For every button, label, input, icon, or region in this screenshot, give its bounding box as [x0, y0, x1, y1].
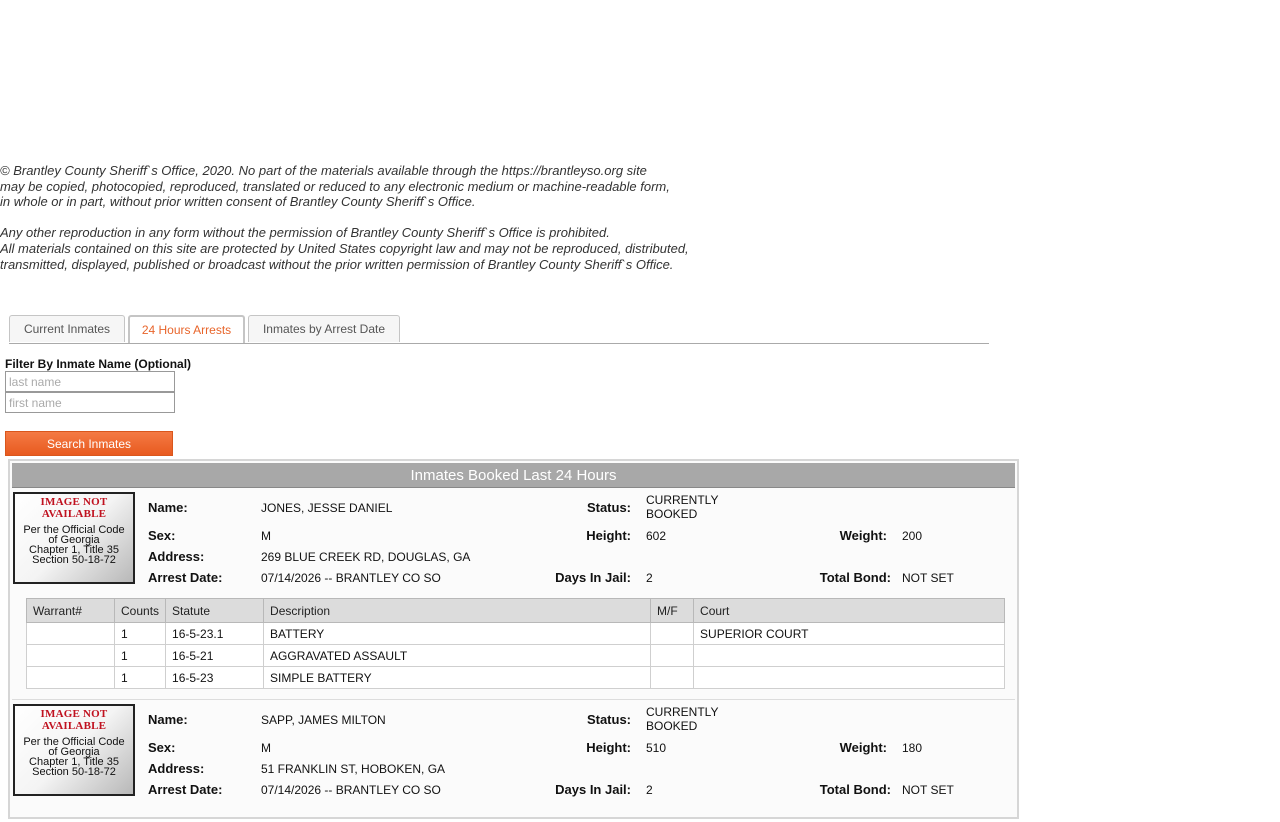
- cell-statute: 16-5-21: [165, 644, 265, 667]
- last-name-input[interactable]: [5, 371, 175, 392]
- table-row: 1 16-5-23 SIMPLE BATTERY: [26, 666, 1005, 689]
- cell-counts: 1: [113, 644, 167, 667]
- copyright-paragraph-1: © Brantley County Sheriff`s Office, 2020…: [0, 163, 760, 210]
- copyright-line: © Brantley County Sheriff`s Office, 2020…: [0, 163, 647, 178]
- inmate-arrest-date: 07/14/2026 -- BRANTLEY CO SO: [261, 783, 441, 797]
- inmate-height: 510: [646, 741, 667, 755]
- charges-table: Warrant# Counts Statute Description M/F …: [26, 598, 1005, 689]
- sex-label: Sex:: [148, 528, 176, 543]
- inmates-panel: Inmates Booked Last 24 Hours IMAGE NOT A…: [8, 459, 1019, 819]
- name-label: Name:: [148, 500, 188, 515]
- inmate-height: 602: [646, 529, 667, 543]
- arrest-date-label: Arrest Date:: [148, 782, 223, 797]
- table-row: 1 16-5-23.1 BATTERY SUPERIOR COURT: [26, 622, 1005, 645]
- cell-court: [693, 644, 1005, 667]
- col-mf: M/F: [650, 598, 695, 623]
- status-line: BOOKED: [646, 507, 698, 521]
- cell-description: SIMPLE BATTERY: [263, 666, 652, 689]
- inmate-name: SAPP, JAMES MILTON: [261, 713, 386, 727]
- col-warrant: Warrant#: [26, 598, 115, 623]
- cell-warrant: [26, 644, 115, 667]
- image-not-available-text: IMAGE NOT AVAILABLE: [40, 496, 108, 520]
- copyright-notice: © Brantley County Sheriff`s Office, 2020…: [0, 163, 760, 272]
- status-line: BOOKED: [646, 719, 698, 733]
- inmate-status: CURRENTLY BOOKED: [646, 705, 718, 733]
- cell-statute: 16-5-23: [165, 666, 265, 689]
- status-line: CURRENTLY: [646, 493, 719, 507]
- col-court: Court: [693, 598, 1005, 623]
- table-row: 1 16-5-21 AGGRAVATED ASSAULT: [26, 644, 1005, 667]
- search-inmates-button[interactable]: Search Inmates: [5, 431, 173, 456]
- col-counts: Counts: [113, 598, 167, 623]
- cell-mf: [650, 622, 695, 645]
- charges-header-row: Warrant# Counts Statute Description M/F …: [26, 598, 1005, 623]
- inmate-record: IMAGE NOT AVAILABLE Per the Official Cod…: [10, 702, 1017, 822]
- copyright-line: transmitted, displayed, published or bro…: [0, 256, 674, 272]
- first-name-input[interactable]: [5, 392, 175, 413]
- copyright-line: in whole or in part, without prior writt…: [0, 194, 476, 210]
- status-label: Status:: [586, 500, 631, 515]
- inmate-status: CURRENTLY BOOKED: [646, 493, 718, 521]
- height-label: Height:: [586, 528, 631, 543]
- cell-court: SUPERIOR COURT: [693, 622, 1005, 645]
- status-line: CURRENTLY: [646, 705, 719, 719]
- image-not-available-text: IMAGE NOT AVAILABLE: [40, 708, 108, 732]
- cell-mf: [650, 644, 695, 667]
- cell-description: BATTERY: [263, 622, 652, 645]
- total-bond-label: Total Bond:: [819, 570, 891, 585]
- inmate-address: 51 FRANKLIN ST, HOBOKEN, GA: [261, 762, 446, 776]
- inmate-address: 269 BLUE CREEK RD, DOUGLAS, GA: [261, 550, 471, 564]
- record-divider: [12, 699, 1015, 700]
- inmate-total-bond: NOT SET: [902, 783, 954, 797]
- tab-current-inmates[interactable]: Current Inmates: [9, 315, 125, 342]
- tab-inmates-by-arrest-date[interactable]: Inmates by Arrest Date: [248, 315, 400, 342]
- cell-warrant: [26, 622, 115, 645]
- name-label: Name:: [148, 712, 188, 727]
- inmate-record: IMAGE NOT AVAILABLE Per the Official Cod…: [10, 490, 1017, 700]
- cell-description: AGGRAVATED ASSAULT: [263, 644, 652, 667]
- filter-label: Filter By Inmate Name (Optional): [5, 357, 192, 371]
- copyright-line: may be copied, photocopied, reproduced, …: [0, 178, 670, 194]
- inmate-days-in-jail: 2: [646, 783, 653, 797]
- weight-label: Weight:: [839, 740, 887, 755]
- sex-label: Sex:: [148, 740, 176, 755]
- tab-bar: Current Inmates 24 Hours Arrests Inmates…: [9, 315, 989, 344]
- cell-counts: 1: [113, 666, 167, 689]
- photo-code-text: Per the Official Code of Georgia Chapter…: [15, 737, 133, 778]
- photo-code-text: Per the Official Code of Georgia Chapter…: [15, 525, 133, 566]
- address-label: Address:: [148, 761, 205, 776]
- days-in-jail-label: Days In Jail:: [555, 782, 631, 797]
- inmate-photo-placeholder: IMAGE NOT AVAILABLE Per the Official Cod…: [13, 704, 135, 796]
- col-statute: Statute: [165, 598, 265, 623]
- total-bond-label: Total Bond:: [819, 782, 891, 797]
- inmate-days-in-jail: 2: [646, 571, 653, 585]
- cell-counts: 1: [113, 622, 167, 645]
- tab-24-hours-arrests[interactable]: 24 Hours Arrests: [128, 315, 245, 343]
- cell-mf: [650, 666, 695, 689]
- inmate-sex: M: [261, 741, 271, 755]
- col-description: Description: [263, 598, 652, 623]
- photo-code-line: Section 50-18-72: [32, 766, 116, 778]
- inmate-photo-placeholder: IMAGE NOT AVAILABLE Per the Official Cod…: [13, 492, 135, 584]
- panel-title: Inmates Booked Last 24 Hours: [12, 463, 1015, 488]
- inmate-weight: 180: [902, 741, 923, 755]
- inmate-arrest-date: 07/14/2026 -- BRANTLEY CO SO: [261, 571, 441, 585]
- arrest-date-label: Arrest Date:: [148, 570, 223, 585]
- inmate-sex: M: [261, 529, 271, 543]
- weight-label: Weight:: [839, 528, 887, 543]
- photo-code-line: Section 50-18-72: [32, 554, 116, 566]
- copyright-paragraph-2: Any other reproduction in any form witho…: [0, 225, 760, 272]
- inmate-weight: 200: [902, 529, 923, 543]
- inmate-total-bond: NOT SET: [902, 571, 954, 585]
- inmate-name: JONES, JESSE DANIEL: [261, 501, 393, 515]
- status-label: Status:: [586, 712, 631, 727]
- copyright-line: All materials contained on this site are…: [0, 240, 689, 256]
- cell-court: [693, 666, 1005, 689]
- copyright-line: Any other reproduction in any form witho…: [0, 225, 610, 241]
- address-label: Address:: [148, 549, 205, 564]
- height-label: Height:: [586, 740, 631, 755]
- cell-warrant: [26, 666, 115, 689]
- days-in-jail-label: Days In Jail:: [555, 570, 631, 585]
- cell-statute: 16-5-23.1: [165, 622, 265, 645]
